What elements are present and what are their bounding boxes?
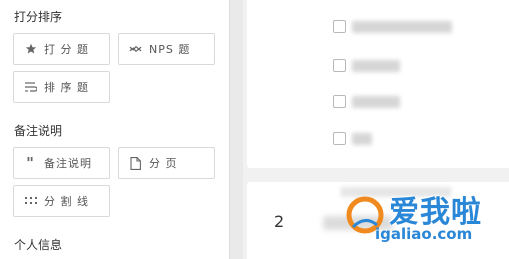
option-row[interactable]	[333, 132, 372, 145]
note-button[interactable]: " 备注说明	[13, 147, 110, 179]
divider-icon	[24, 195, 37, 208]
option-checkbox[interactable]	[333, 132, 346, 145]
quote-icon: "	[26, 153, 35, 172]
section-title-personal-info: 个人信息	[14, 238, 63, 252]
rating-question-label: 打 分 题	[44, 43, 89, 56]
page-break-button[interactable]: 分 页	[118, 147, 215, 179]
question-title-line	[341, 187, 451, 197]
option-row[interactable]	[333, 59, 400, 72]
rating-question-button[interactable]: 打 分 题	[13, 33, 110, 65]
ranking-question-label: 排 序 题	[44, 81, 89, 94]
option-row[interactable]	[333, 95, 400, 108]
note-label: 备注说明	[44, 157, 92, 170]
divider-label: 分 割 线	[44, 195, 89, 208]
section-title-scoring: 打分排序	[14, 10, 63, 24]
option-label	[352, 132, 372, 145]
nps-question-button[interactable]: NPS 题	[118, 33, 215, 65]
option-checkbox[interactable]	[333, 95, 346, 108]
question-number: 2	[274, 212, 285, 231]
option-row[interactable]	[333, 20, 452, 33]
nps-question-label: NPS 题	[149, 43, 191, 56]
section-title-notes: 备注说明	[14, 124, 63, 138]
sort-icon	[24, 81, 37, 94]
question-type-sidebar: 打分排序 打 分 题 NPS 题 排 序 题 备注说明 " 备注说明 分 页 分…	[0, 0, 229, 259]
divider-button[interactable]: 分 割 线	[13, 185, 110, 217]
option-label	[352, 95, 400, 108]
page-break-label: 分 页	[149, 157, 178, 170]
page-icon	[129, 156, 142, 170]
sidebar-scrollbar-track[interactable]	[229, 0, 243, 259]
option-label	[352, 20, 452, 33]
trend-icon	[129, 43, 142, 56]
option-checkbox[interactable]	[333, 20, 346, 33]
ranking-question-button[interactable]: 排 序 题	[13, 71, 110, 103]
option-checkbox[interactable]	[333, 59, 346, 72]
star-icon	[24, 43, 37, 56]
question-card[interactable]	[247, 0, 509, 168]
option-label	[352, 59, 400, 72]
question-card-2[interactable]: 2	[247, 182, 509, 259]
question-title-blurred	[323, 216, 393, 230]
